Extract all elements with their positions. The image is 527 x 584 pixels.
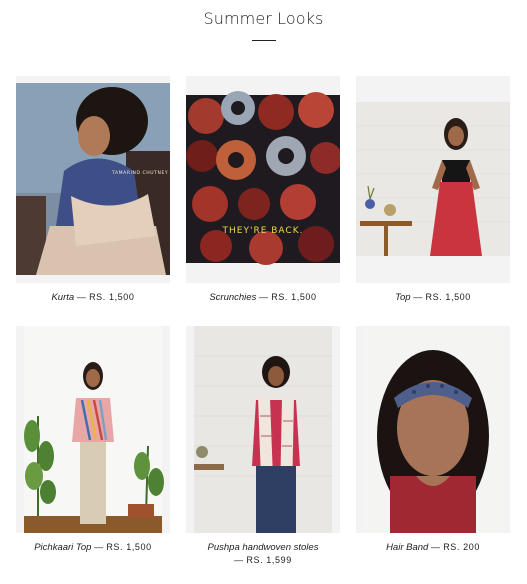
product-caption-top[interactable]: Top — RS. 1,500	[356, 291, 510, 304]
product-price: RS. 1,500	[89, 292, 135, 302]
product-price: RS. 1,500	[106, 542, 152, 552]
caption-separator: —	[234, 555, 244, 565]
product-price: RS. 1,500	[271, 292, 317, 302]
product-caption-kurta[interactable]: Kurta — RS. 1,500	[16, 291, 170, 304]
product-caption-hair-band[interactable]: Hair Band — RS. 200	[356, 541, 510, 554]
product-name[interactable]: Pushpa handwoven stoles	[186, 541, 340, 554]
product-caption-pichkaari-top[interactable]: Pichkaari Top — RS. 1,500	[16, 541, 170, 554]
svg-text:TAMARIND CHUTNEY: TAMARIND CHUTNEY	[111, 170, 168, 176]
product-image-scrunchies[interactable]: THEY'RE BACK.	[186, 76, 340, 283]
caption-separator: —	[94, 542, 104, 552]
product-price: RS. 200	[443, 542, 480, 552]
caption-separator: —	[430, 542, 441, 552]
product-caption-scrunchies[interactable]: Scrunchies — RS. 1,500	[186, 291, 340, 304]
caption-separator: —	[413, 292, 423, 302]
section-title: Summer Looks	[203, 9, 324, 28]
product-caption-pushpa-stoles[interactable]: Pushpa handwoven stoles — RS. 1,599	[186, 541, 340, 567]
product-price: RS. 1,500	[425, 292, 471, 302]
product-name[interactable]: Hair Band	[386, 542, 428, 553]
product-image-pichkaari-top[interactable]	[16, 326, 170, 533]
product-name[interactable]: Top	[395, 292, 411, 303]
product-image-top[interactable]	[356, 76, 510, 283]
product-price: RS. 1,599	[246, 555, 292, 565]
caption-separator: —	[258, 292, 269, 302]
product-image-hair-band[interactable]	[356, 326, 510, 533]
product-name[interactable]: Kurta	[51, 292, 74, 303]
title-divider	[252, 40, 276, 41]
product-name[interactable]: Pichkaari Top	[34, 542, 91, 553]
svg-text:THEY'RE BACK.: THEY'RE BACK.	[222, 226, 304, 236]
product-name[interactable]: Scrunchies	[209, 292, 256, 303]
caption-separator: —	[76, 292, 87, 302]
product-image-kurta[interactable]: TAMARIND CHUTNEY	[16, 76, 170, 283]
product-image-pushpa-stoles[interactable]	[186, 326, 340, 533]
